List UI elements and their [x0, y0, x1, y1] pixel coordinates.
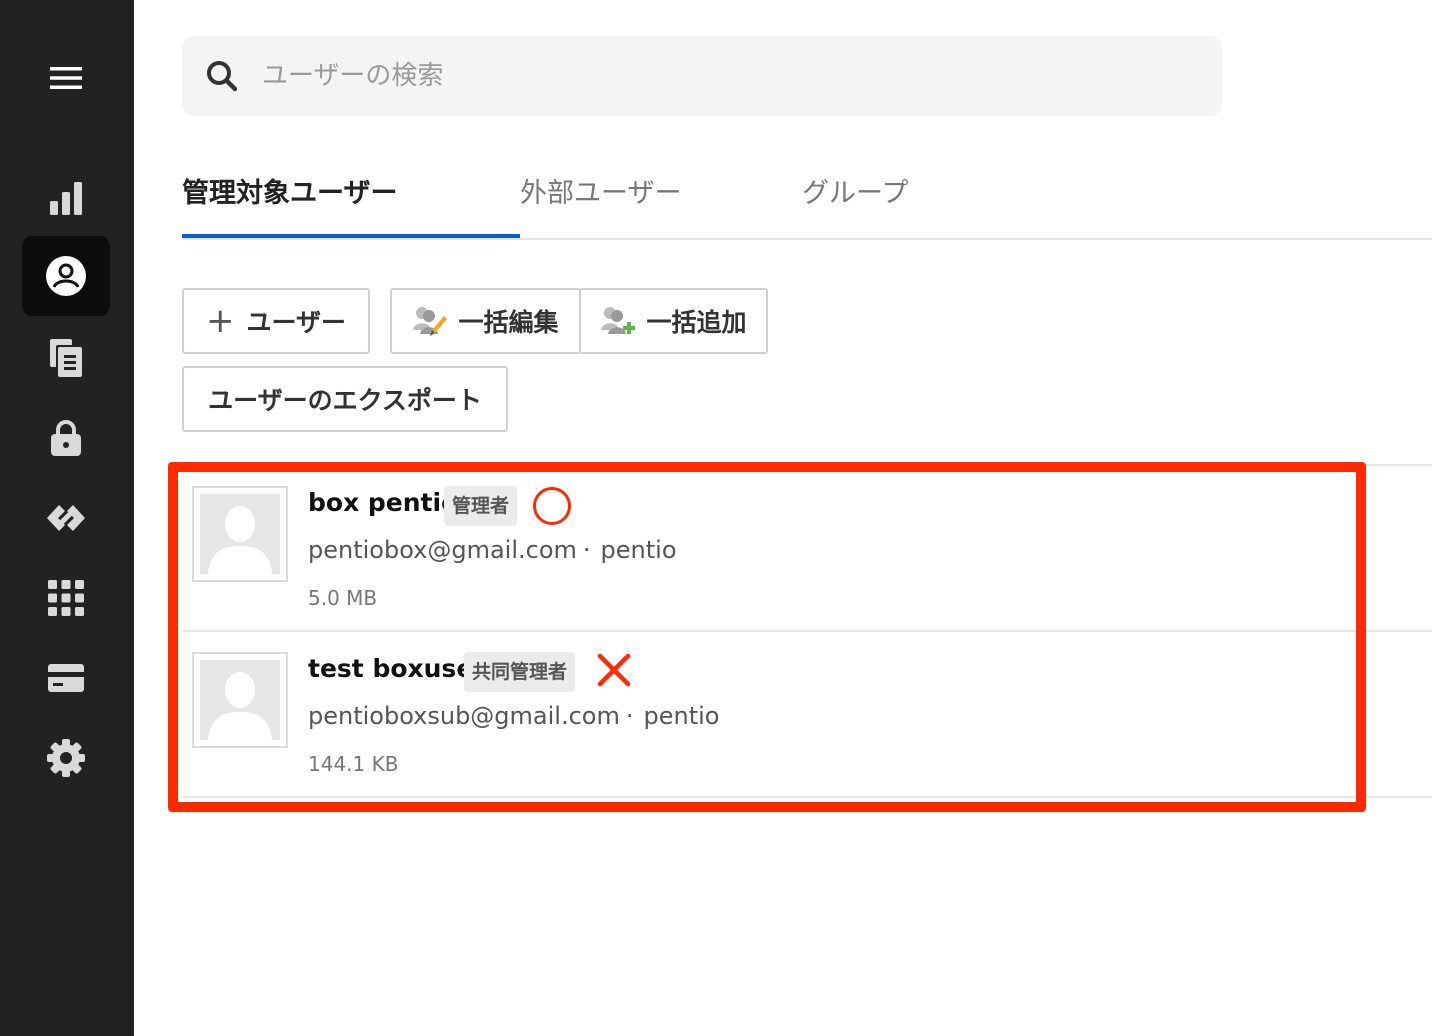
role-badge: 共同管理者 — [464, 652, 576, 692]
user-row[interactable]: box pentio 管理者 pentiobox@gmail.com · penti… — [182, 466, 1432, 632]
sidebar-item-apps[interactable] — [22, 558, 110, 638]
export-users-button[interactable]: ユーザーのエクスポート — [182, 366, 508, 432]
sidebar — [0, 0, 134, 1036]
user-storage: 144.1 KB — [308, 752, 399, 776]
role-badge: 管理者 — [444, 486, 518, 526]
relay-icon — [47, 505, 85, 531]
billing-card-icon — [48, 664, 84, 692]
user-icon — [46, 256, 86, 296]
cross-icon — [597, 653, 631, 687]
default-avatar-icon — [208, 672, 272, 740]
avatar — [192, 486, 288, 582]
gear-icon — [47, 739, 85, 777]
sidebar-item-relay[interactable] — [22, 478, 110, 558]
user-name[interactable]: test boxuser — [308, 654, 486, 683]
user-details: pentioboxsub@gmail.com · pentio — [308, 702, 719, 730]
user-search-bar — [182, 36, 1222, 116]
sidebar-item-settings[interactable] — [22, 718, 110, 798]
bulk-add-label: 一括追加 — [646, 308, 747, 337]
bulk-add-button[interactable]: 一括追加 — [579, 288, 768, 354]
user-tabs: 管理対象ユーザー 外部ユーザー グループ — [182, 160, 1432, 240]
apps-grid-icon — [48, 580, 84, 616]
lock-icon — [51, 420, 81, 456]
sidebar-item-content[interactable] — [22, 318, 110, 398]
separator: · — [625, 702, 634, 730]
user-name[interactable]: box pentio — [308, 488, 458, 517]
add-user-button[interactable]: + ユーザー — [182, 288, 370, 354]
user-enterprise: pentio — [643, 702, 720, 730]
bulk-edit-label: 一括編集 — [458, 308, 559, 337]
tab-external-users[interactable]: 外部ユーザー — [520, 160, 681, 236]
user-storage: 5.0 MB — [308, 586, 378, 610]
separator: · — [582, 536, 591, 564]
user-details: pentiobox@gmail.com · pentio — [308, 536, 677, 564]
user-email: pentiobox@gmail.com — [308, 536, 577, 564]
sidebar-item-reports[interactable] — [22, 158, 110, 238]
export-users-label: ユーザーのエクスポート — [208, 386, 482, 415]
menu-icon — [50, 67, 82, 89]
tab-groups[interactable]: グループ — [802, 160, 908, 236]
search-icon — [206, 61, 238, 92]
user-row[interactable]: test boxuser 共同管理者 pentioboxsub@gmail.co… — [182, 632, 1432, 798]
default-avatar-icon — [208, 506, 272, 574]
sidebar-item-billing[interactable] — [22, 638, 110, 718]
avatar — [192, 652, 288, 748]
bulk-add-users-icon — [601, 307, 636, 334]
search-input[interactable] — [259, 60, 1222, 92]
documents-icon — [50, 339, 82, 377]
sidebar-menu-button[interactable] — [22, 38, 110, 118]
plus-icon: + — [205, 301, 235, 341]
sidebar-item-security[interactable] — [22, 398, 110, 478]
bulk-edit-button[interactable]: 一括編集 — [390, 288, 581, 354]
user-email: pentioboxsub@gmail.com — [308, 702, 620, 730]
tab-managed-users[interactable]: 管理対象ユーザー — [182, 160, 520, 238]
add-user-label: ユーザー — [246, 308, 346, 337]
circle-icon — [533, 487, 571, 525]
bulk-edit-users-icon — [413, 307, 448, 336]
bar-chart-icon — [50, 182, 82, 215]
user-enterprise: pentio — [600, 536, 677, 564]
sidebar-item-users[interactable] — [22, 236, 110, 316]
